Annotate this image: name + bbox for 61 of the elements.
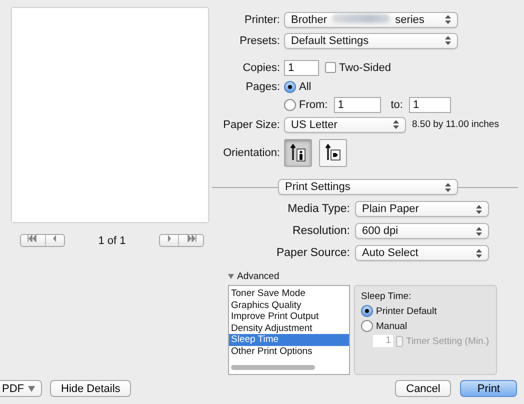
setting-select[interactable]: Plain Paper: [355, 201, 489, 217]
radio-label: Printer Default: [376, 306, 437, 316]
caret-icon: [28, 386, 35, 392]
radio-button[interactable]: [284, 81, 296, 93]
landscape-icon: [325, 144, 341, 162]
updown-icon: [445, 182, 451, 192]
setting-select[interactable]: Auto Select: [355, 245, 489, 261]
setting-label: Paper Source:: [275, 247, 351, 259]
list-item[interactable]: Improve Print Output: [229, 311, 349, 322]
disclosure-triangle[interactable]: [228, 274, 234, 278]
paper-size-label: Paper Size:: [222, 118, 281, 130]
copies-label: Copies:: [242, 62, 281, 74]
to-label: to:: [390, 99, 403, 111]
timer-label: Timer Setting (Min.): [406, 336, 490, 346]
orientation-button[interactable]: [284, 139, 312, 167]
radio-label: All: [299, 81, 312, 93]
orientation-label: Orientation:: [222, 147, 281, 159]
list-item[interactable]: Sleep Time: [229, 334, 349, 346]
page-count: 1 of 1: [98, 234, 126, 246]
next-page-buttons[interactable]: [159, 234, 204, 247]
updown-icon: [445, 15, 451, 24]
detail-title: Sleep Time:: [361, 291, 412, 302]
scrollbar[interactable]: [231, 365, 315, 370]
radio-button[interactable]: [284, 99, 296, 111]
paper-size-select[interactable]: US Letter: [284, 116, 406, 132]
section-select[interactable]: Print Settings: [278, 179, 458, 195]
updown-icon: [476, 248, 482, 258]
setting-label: Media Type:: [286, 203, 351, 215]
list-item[interactable]: Density Adjustment: [229, 322, 349, 334]
updown-icon: [476, 204, 482, 214]
radio-label: From:: [299, 99, 328, 111]
print-button[interactable]: Print: [460, 380, 517, 397]
portrait-icon: [290, 144, 306, 162]
radio-button[interactable]: [361, 320, 373, 332]
two-sided-label: Two-Sided: [339, 62, 391, 74]
presets-label: Presets:: [238, 34, 281, 46]
presets-select[interactable]: Default Settings: [284, 32, 458, 48]
radio-label: Manual: [376, 320, 408, 332]
list-item[interactable]: Other Print Options: [229, 346, 349, 357]
updown-icon: [476, 226, 482, 236]
cancel-button[interactable]: Cancel: [395, 380, 452, 397]
pdf-button[interactable]: PDF: [0, 380, 42, 397]
orientation-button[interactable]: [319, 139, 347, 167]
pages-label: Pages:: [244, 81, 281, 93]
setting-label: Resolution:: [291, 225, 351, 237]
updown-icon: [445, 36, 451, 45]
advanced-label: Advanced: [237, 270, 280, 282]
printer-label: Printer:: [244, 14, 281, 26]
hide-details-button[interactable]: Hide Details: [50, 380, 132, 397]
two-sided-checkbox[interactable]: [325, 62, 336, 73]
copies-field[interactable]: 1: [284, 60, 319, 76]
from-field[interactable]: 1: [334, 97, 381, 113]
radio-button[interactable]: [361, 305, 373, 317]
updown-icon: [393, 120, 399, 129]
list-item[interactable]: Graphics Quality: [229, 300, 349, 311]
previous-page-buttons[interactable]: [20, 234, 65, 247]
printer-select[interactable]: Brother series: [284, 12, 458, 28]
list-item[interactable]: Toner Save Mode: [229, 288, 349, 300]
setting-select[interactable]: 600 dpi: [355, 223, 489, 239]
to-field[interactable]: 1: [408, 97, 451, 113]
paper-dimensions: 8.50 by 11.00 inches: [412, 119, 499, 130]
